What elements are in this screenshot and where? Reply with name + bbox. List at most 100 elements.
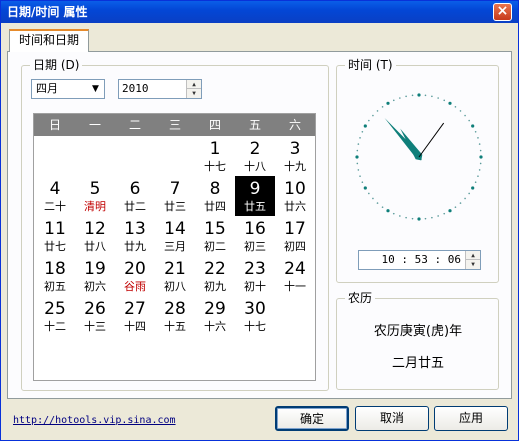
lunar-day: 初十: [244, 280, 266, 293]
lunar-date: 二月廿五: [391, 356, 444, 371]
calendar-day[interactable]: 22 初九: [195, 256, 235, 296]
day-number: 29: [204, 299, 226, 319]
lunar-day: 廿六: [284, 200, 306, 213]
calendar-day[interactable]: 4 二十: [35, 176, 75, 216]
lunar-day: 十八: [244, 160, 266, 173]
close-button[interactable]: ×: [493, 3, 512, 21]
title-bar[interactable]: 日期/时间 属性 ×: [1, 1, 518, 23]
time-spinner[interactable]: 10 : 53 : 06 ▲ ▼: [358, 250, 481, 270]
minute-hand: [384, 117, 422, 161]
calendar-day[interactable]: 9 廿五: [235, 176, 275, 216]
clock-tick: [363, 186, 367, 190]
year-spinner[interactable]: 2010 ▲ ▼: [118, 79, 202, 99]
day-number: 12: [84, 219, 106, 239]
clock-tick: [464, 114, 466, 117]
clock-tick: [399, 215, 401, 217]
day-number: 2: [249, 139, 261, 159]
lunar-day: 二十: [44, 200, 66, 213]
weekday-label: 五: [248, 118, 261, 132]
calendar-day[interactable]: 10 廿六: [275, 176, 315, 216]
calendar-day[interactable]: 26 十三: [75, 296, 115, 336]
lunar-day: 廿二: [124, 200, 146, 213]
clock-tick: [356, 162, 359, 165]
clock-tick: [431, 95, 433, 98]
day-number: 11: [44, 219, 66, 239]
lunar-day: 十一: [284, 280, 306, 293]
day-number: 8: [209, 179, 221, 199]
cancel-button[interactable]: 取消: [355, 406, 429, 431]
calendar-day[interactable]: 18 初五: [35, 256, 75, 296]
calendar-day[interactable]: 3 十九: [275, 136, 315, 176]
ok-button[interactable]: 确定: [275, 406, 349, 431]
day-number: 14: [164, 219, 186, 239]
clock-tick: [359, 175, 361, 177]
calendar-day[interactable]: 28 十五: [155, 296, 195, 336]
day-number: 21: [164, 259, 186, 279]
clock-tick: [355, 155, 359, 159]
calendar-day[interactable]: 2 十八: [235, 136, 275, 176]
calendar-day[interactable]: 8 廿四: [195, 176, 235, 216]
calendar-day[interactable]: 6 廿二: [115, 176, 155, 216]
day-number: 24: [284, 259, 306, 279]
calendar-day[interactable]: 27 十四: [115, 296, 155, 336]
clock-tick: [357, 169, 360, 171]
clock-tick: [372, 114, 374, 117]
lunar-day: 三月: [164, 240, 186, 253]
calendar-day[interactable]: 13 廿九: [115, 216, 155, 256]
chevron-down-icon[interactable]: ▼: [87, 81, 103, 97]
lunar-day: 廿九: [124, 240, 146, 253]
calendar-day[interactable]: 21 初八: [155, 256, 195, 296]
calendar-day[interactable]: 29 十六: [195, 296, 235, 336]
clock-tick: [405, 95, 407, 98]
calendar-day[interactable]: 12 廿八: [75, 216, 115, 256]
calendar-day[interactable]: 7 廿三: [155, 176, 195, 216]
calendar-day[interactable]: 15 初二: [195, 216, 235, 256]
day-number: 25: [44, 299, 66, 319]
calendar-day[interactable]: 23 初十: [235, 256, 275, 296]
clock-tick: [411, 94, 414, 97]
calendar-day[interactable]: 14 三月: [155, 216, 195, 256]
lunar-group: 农历: [336, 291, 499, 390]
day-number: 20: [124, 259, 146, 279]
spin-up-icon[interactable]: ▲: [466, 251, 480, 260]
calendar-day[interactable]: 24 十一: [275, 256, 315, 296]
spin-up-icon[interactable]: ▲: [187, 80, 201, 89]
calendar-day[interactable]: 16 初三: [235, 216, 275, 256]
day-number: 18: [44, 259, 66, 279]
clock-tick: [417, 93, 421, 97]
lunar-day: 十五: [164, 320, 186, 333]
clock-tick: [376, 202, 379, 204]
clock-tick: [386, 209, 390, 213]
weekday-label: 二: [128, 118, 141, 132]
lunar-day: 十七: [244, 320, 266, 333]
lunar-day: 初五: [44, 280, 66, 293]
lunar-day: 十四: [124, 320, 146, 333]
weekday-label: 三: [168, 118, 181, 132]
calendar-day[interactable]: 20 谷雨: [115, 256, 155, 296]
apply-button[interactable]: 应用: [434, 406, 508, 431]
day-number: 13: [124, 219, 146, 239]
tab-time-date[interactable]: 时间和日期: [9, 29, 89, 52]
calendar-day[interactable]: 30 十七: [235, 296, 275, 336]
day-number: 5: [89, 179, 101, 199]
calendar-day[interactable]: 1 十七: [195, 136, 235, 176]
clock-tick: [464, 197, 466, 200]
lunar-day: 十二: [44, 320, 66, 333]
clock-tick: [437, 215, 439, 217]
calendar-day[interactable]: 19 初六: [75, 256, 115, 296]
day-number: 26: [84, 299, 106, 319]
weekday-label: 四: [208, 118, 221, 132]
calendar-day[interactable]: 17 初四: [275, 216, 315, 256]
website-link[interactable]: http://hotools.vip.sina.com: [13, 415, 176, 426]
calendar-day[interactable]: 11 廿七: [35, 216, 75, 256]
lunar-day: 初四: [284, 240, 306, 253]
spin-down-icon[interactable]: ▼: [466, 260, 480, 269]
day-number: 19: [84, 259, 106, 279]
clock-tick: [477, 175, 479, 177]
calendar-day[interactable]: 5 清明: [75, 176, 115, 216]
calendar-day[interactable]: 25 十二: [35, 296, 75, 336]
spin-down-icon[interactable]: ▼: [187, 89, 201, 98]
clock-tick: [471, 124, 475, 128]
month-select[interactable]: 四月 ▼: [31, 79, 105, 99]
day-number: 28: [164, 299, 186, 319]
